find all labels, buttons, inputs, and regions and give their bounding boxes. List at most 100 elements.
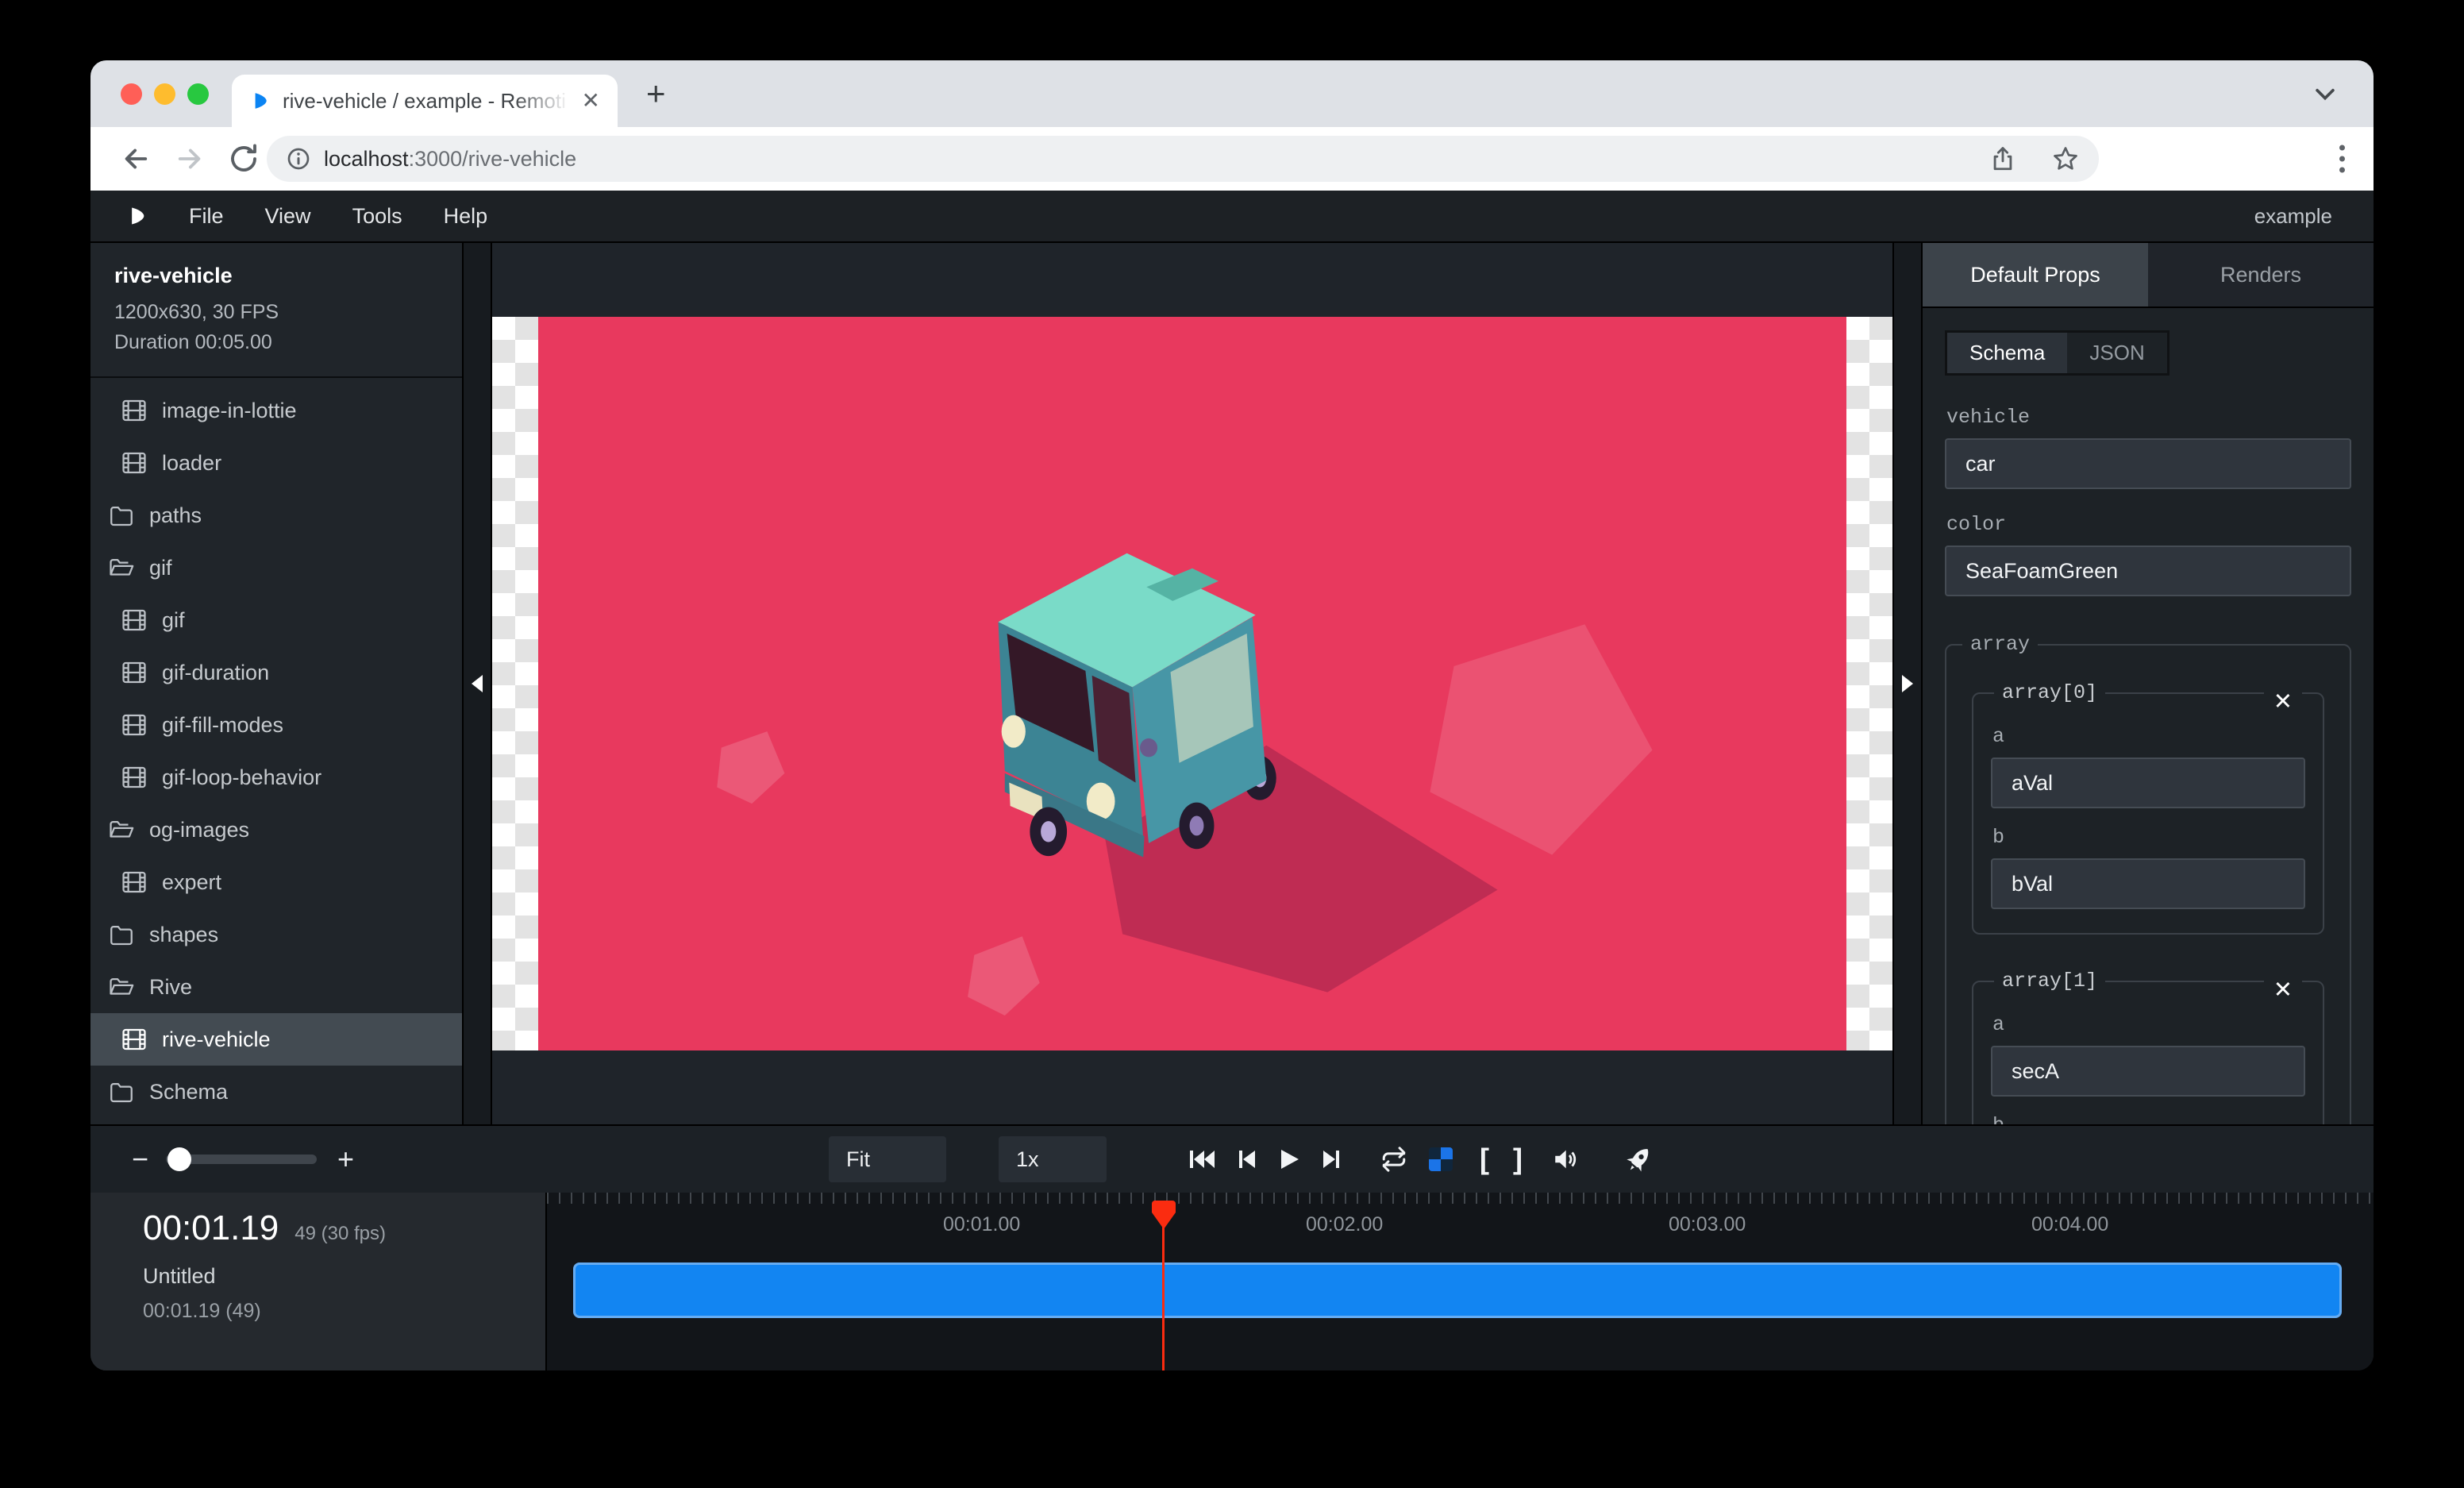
skip-to-start-button[interactable] bbox=[1188, 1147, 1216, 1172]
composition-frame bbox=[492, 317, 1892, 1050]
remove-array-item-1-button[interactable]: ✕ bbox=[2264, 977, 2302, 1004]
props-panel-body: Schema JSON vehicle color array array[0]… bbox=[1923, 308, 2374, 1124]
app-menubar: File View Tools Help example bbox=[90, 191, 2374, 243]
forward-button[interactable] bbox=[173, 142, 206, 175]
sidebar-folder-og-images[interactable]: og-images bbox=[90, 804, 462, 856]
film-icon bbox=[121, 607, 148, 634]
menu-help[interactable]: Help bbox=[444, 204, 488, 229]
array-0-b-input[interactable] bbox=[1991, 858, 2305, 909]
transparency-checkerboard-button[interactable] bbox=[1429, 1147, 1453, 1171]
checkerboard-icon bbox=[1429, 1147, 1453, 1171]
folder-open-icon bbox=[108, 973, 135, 1000]
close-window-button[interactable] bbox=[121, 83, 142, 105]
folder-icon bbox=[108, 921, 135, 948]
sidebar-item-loader[interactable]: loader bbox=[90, 437, 462, 489]
toggle-schema-button[interactable]: Schema bbox=[1947, 333, 2067, 373]
sidebar-item-gif-duration[interactable]: gif-duration bbox=[90, 646, 462, 699]
timeline-track-bar[interactable] bbox=[573, 1262, 2342, 1318]
track-name[interactable]: Untitled bbox=[143, 1264, 545, 1289]
browser-url-row: localhost:3000/rive-vehicle bbox=[90, 127, 2374, 191]
bookmark-star-icon[interactable] bbox=[2051, 145, 2080, 173]
film-icon bbox=[121, 659, 148, 686]
ruler-label: 00:01.00 bbox=[943, 1213, 1020, 1236]
minimize-window-button[interactable] bbox=[154, 83, 175, 105]
sidebar-collapse-handle[interactable] bbox=[464, 243, 492, 1124]
browser-tab[interactable]: rive-vehicle / example - Remoti ✕ bbox=[232, 75, 618, 127]
zoom-slider[interactable] bbox=[166, 1155, 317, 1164]
sidebar-item-image-in-lottie[interactable]: image-in-lottie bbox=[90, 384, 462, 437]
timeline-info-panel: 00:01.19 49 (30 fps) Untitled 00:01.19 (… bbox=[90, 1193, 547, 1370]
timeline-ruler[interactable] bbox=[547, 1193, 2374, 1204]
props-panel-tabs: Default Props Renders bbox=[1923, 243, 2374, 308]
film-icon bbox=[121, 397, 148, 424]
address-bar[interactable]: localhost:3000/rive-vehicle bbox=[267, 136, 2099, 182]
playhead-marker[interactable] bbox=[1152, 1201, 1176, 1229]
site-info-icon[interactable] bbox=[286, 146, 311, 172]
sidebar-folder-schema[interactable]: Schema bbox=[90, 1066, 462, 1118]
set-out-point-button[interactable]: ] bbox=[1513, 1143, 1523, 1176]
share-icon[interactable] bbox=[1989, 145, 2016, 172]
track-duration: 00:01.19 (49) bbox=[143, 1300, 545, 1323]
film-icon bbox=[121, 1026, 148, 1053]
traffic-lights bbox=[121, 60, 209, 127]
color-input[interactable] bbox=[1945, 545, 2351, 596]
ruler-label: 00:04.00 bbox=[2031, 1213, 2108, 1236]
composition-stage[interactable] bbox=[538, 317, 1846, 1050]
tab-search-chevron-icon[interactable] bbox=[2312, 80, 2339, 107]
vehicle-input[interactable] bbox=[1945, 438, 2351, 489]
chevron-down-icon bbox=[911, 1154, 932, 1165]
folder-icon bbox=[108, 502, 135, 529]
sidebar-folder-gif[interactable]: gif bbox=[90, 542, 462, 594]
chevron-down-icon bbox=[1072, 1154, 1092, 1165]
field-label-a: a bbox=[1992, 1013, 2305, 1036]
menu-view[interactable]: View bbox=[265, 204, 311, 229]
tab-renders[interactable]: Renders bbox=[2148, 243, 2374, 306]
zoom-slider-knob[interactable] bbox=[167, 1147, 191, 1171]
menu-tools[interactable]: Tools bbox=[352, 204, 402, 229]
previous-frame-button[interactable] bbox=[1237, 1147, 1257, 1172]
volume-button[interactable] bbox=[1551, 1146, 1580, 1173]
url-host: localhost bbox=[324, 147, 409, 172]
tab-default-props[interactable]: Default Props bbox=[1923, 243, 2148, 306]
remove-array-item-0-button[interactable]: ✕ bbox=[2264, 688, 2302, 716]
sidebar-item-rive-vehicle[interactable]: rive-vehicle bbox=[90, 1013, 462, 1066]
loop-button[interactable] bbox=[1380, 1146, 1408, 1173]
composition-title: rive-vehicle bbox=[114, 264, 438, 288]
folder-open-icon bbox=[108, 816, 135, 843]
array-1-a-input[interactable] bbox=[1991, 1046, 2305, 1097]
tab-title: rive-vehicle / example - Remoti bbox=[283, 89, 579, 114]
maximize-window-button[interactable] bbox=[187, 83, 209, 105]
browser-menu-icon[interactable] bbox=[2339, 145, 2345, 173]
props-panel: Default Props Renders Schema JSON vehicl… bbox=[1921, 243, 2374, 1124]
sidebar-folder-shapes[interactable]: shapes bbox=[90, 908, 462, 961]
playback-speed-dropdown[interactable]: 1x bbox=[999, 1136, 1107, 1182]
props-collapse-handle[interactable] bbox=[1892, 243, 1921, 1124]
render-rocket-button[interactable] bbox=[1624, 1144, 1654, 1174]
play-button[interactable] bbox=[1278, 1147, 1300, 1172]
sidebar-item-gif[interactable]: gif bbox=[90, 594, 462, 646]
sidebar-item-expert[interactable]: expert bbox=[90, 856, 462, 908]
refresh-button[interactable] bbox=[227, 142, 260, 175]
sidebar-item-gif-loop-behavior[interactable]: gif-loop-behavior bbox=[90, 751, 462, 804]
film-icon bbox=[121, 449, 148, 476]
array-item-1: array[1] ✕ a b bbox=[1972, 970, 2324, 1124]
array-0-a-input[interactable] bbox=[1991, 757, 2305, 808]
array-item-0: array[0] ✕ a b bbox=[1972, 681, 2324, 935]
menu-file[interactable]: File bbox=[189, 204, 224, 229]
array-legend: array bbox=[1962, 633, 2038, 656]
set-in-point-button[interactable]: [ bbox=[1480, 1143, 1489, 1176]
back-button[interactable] bbox=[119, 142, 152, 175]
next-frame-button[interactable] bbox=[1321, 1147, 1342, 1172]
url-path: :3000/rive-vehicle bbox=[409, 147, 577, 172]
timeline-track-area[interactable]: 00:01.00 00:02.00 00:03.00 00:04.00 bbox=[547, 1193, 2374, 1370]
composition-list: image-in-lottie loader paths gif gif bbox=[90, 378, 462, 1118]
toggle-json-button[interactable]: JSON bbox=[2067, 333, 2166, 373]
current-frame-label: 49 (30 fps) bbox=[295, 1223, 386, 1245]
sidebar-folder-rive[interactable]: Rive bbox=[90, 961, 462, 1013]
sidebar-item-gif-fill-modes[interactable]: gif-fill-modes bbox=[90, 699, 462, 751]
film-icon bbox=[121, 711, 148, 738]
fit-dropdown[interactable]: Fit bbox=[829, 1136, 946, 1182]
sidebar-folder-paths[interactable]: paths bbox=[90, 489, 462, 542]
close-tab-icon[interactable]: ✕ bbox=[579, 90, 603, 112]
composition-resolution: 1200x630, 30 FPS bbox=[114, 298, 438, 328]
